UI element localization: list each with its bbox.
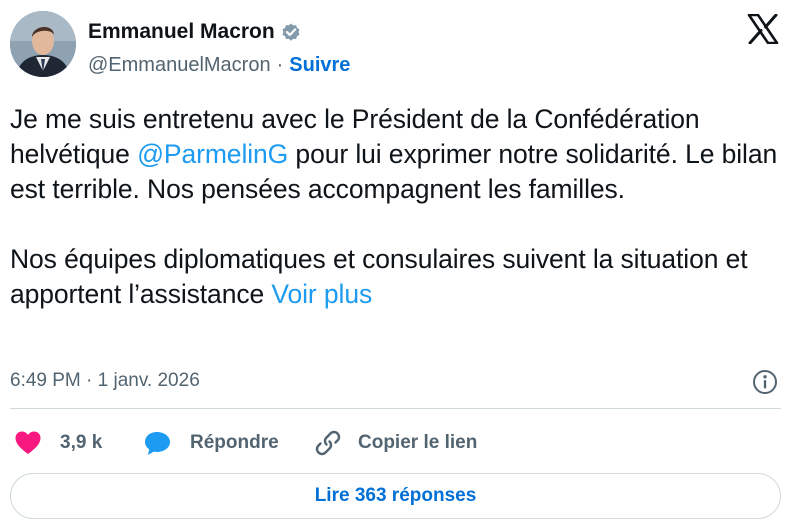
reply-label: Répondre <box>190 432 279 453</box>
tweet-card: Emmanuel Macron @EmmanuelMacron · Suivre… <box>0 0 791 525</box>
see-more-link[interactable]: Voir plus <box>271 279 372 309</box>
author-handle[interactable]: @EmmanuelMacron <box>88 54 271 77</box>
link-icon <box>315 430 341 456</box>
follow-button[interactable]: Suivre <box>289 54 350 77</box>
author-handle-row: @EmmanuelMacron · Suivre <box>88 54 350 77</box>
avatar[interactable] <box>10 11 76 77</box>
author-name-row: Emmanuel Macron <box>88 20 302 44</box>
divider <box>10 408 781 409</box>
tweet-paragraph-2: Nos équipes diplomatiques et consulaires… <box>10 242 785 312</box>
like-count: 3,9 k <box>60 432 103 453</box>
read-replies-label: Lire 363 réponses <box>314 485 477 506</box>
read-replies-button[interactable]: Lire 363 réponses <box>10 473 781 519</box>
reply-button[interactable]: Répondre <box>144 430 314 456</box>
tweet-paragraph-1: Je me suis entretenu avec le Président d… <box>10 102 785 207</box>
heart-icon <box>15 431 41 454</box>
reply-bubble-icon <box>145 432 170 455</box>
mention-link[interactable]: @ParmelinG <box>137 139 288 169</box>
tweet-text: Je me suis entretenu avec le Président d… <box>10 102 785 312</box>
action-bar: 3,9 k Répondre Copier le lien <box>14 428 477 458</box>
avatar-image <box>10 11 76 77</box>
x-logo-icon[interactable] <box>747 14 779 44</box>
author-name[interactable]: Emmanuel Macron <box>88 20 275 44</box>
info-icon[interactable] <box>751 368 779 396</box>
tweet-text-part: Nos équipes diplomatiques et consulaires… <box>10 244 748 309</box>
like-button[interactable]: 3,9 k <box>14 430 124 456</box>
copy-link-button[interactable]: Copier le lien <box>314 429 477 457</box>
verified-badge-icon <box>282 23 300 41</box>
separator-dot: · <box>276 54 284 76</box>
copy-link-label: Copier le lien <box>358 432 478 453</box>
timestamp[interactable]: 6:49 PM · 1 janv. 2026 <box>10 370 200 392</box>
